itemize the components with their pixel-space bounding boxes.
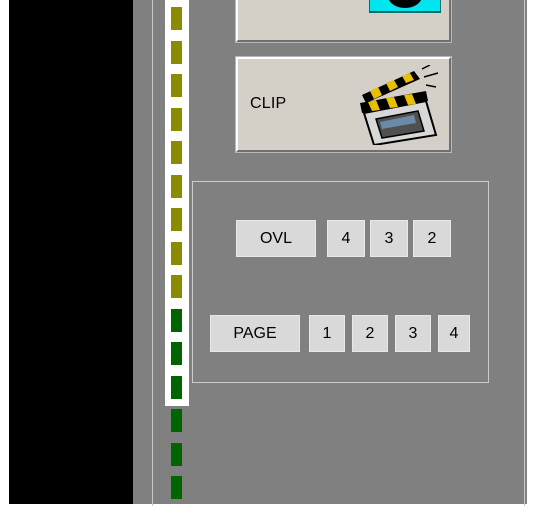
camera-icon xyxy=(369,0,441,13)
meter-segment xyxy=(171,241,182,265)
page-button[interactable]: PAGE xyxy=(210,315,300,352)
video-preview-pane xyxy=(9,0,133,504)
meter-segment xyxy=(171,141,182,164)
meter-segment xyxy=(171,7,182,30)
ovl-number-button[interactable]: 3 xyxy=(370,220,408,257)
meter-segment xyxy=(171,476,182,499)
page-number-button[interactable]: 3 xyxy=(395,315,431,352)
page-number-button[interactable]: 4 xyxy=(438,315,470,352)
camera-button[interactable] xyxy=(236,0,451,42)
meter-segment xyxy=(171,107,182,131)
meter-segment xyxy=(171,409,182,432)
page-number-button[interactable]: 2 xyxy=(352,315,388,352)
clip-button[interactable]: CLIP xyxy=(236,57,451,152)
meter-segment xyxy=(171,308,182,332)
clip-button-label: CLIP xyxy=(250,95,287,112)
page-number-button[interactable]: 1 xyxy=(309,315,345,352)
overlay-page-group xyxy=(192,181,489,383)
level-meter xyxy=(165,0,189,499)
control-panel-window: CLIP OVL 4 3 2 PAGE 1 2 3 4 xyxy=(0,0,545,506)
ovl-number-button[interactable]: 2 xyxy=(413,220,451,257)
meter-segment xyxy=(171,342,182,365)
ovl-button[interactable]: OVL xyxy=(236,220,316,257)
ovl-number-button[interactable]: 4 xyxy=(327,220,365,257)
meter-segment xyxy=(171,275,182,298)
meter-segment xyxy=(171,74,182,97)
meter-segment xyxy=(171,40,182,64)
clapperboard-icon xyxy=(360,65,439,145)
meter-segment xyxy=(171,442,182,466)
meter-segment xyxy=(171,375,182,399)
meter-segment xyxy=(171,208,182,231)
meter-segment xyxy=(171,174,182,198)
